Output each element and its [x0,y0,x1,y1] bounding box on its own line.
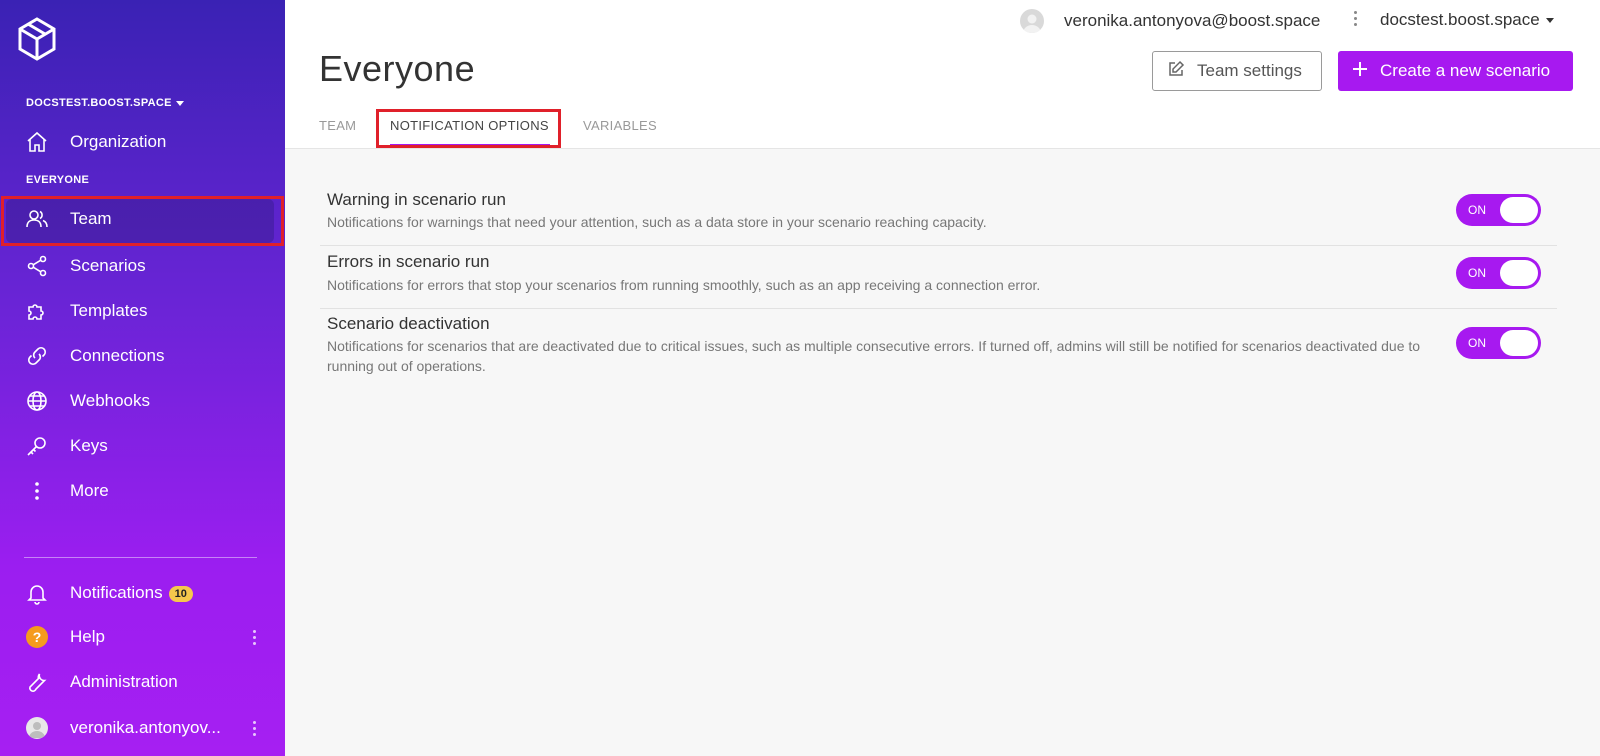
home-icon [25,130,49,154]
create-scenario-label: Create a new scenario [1380,61,1551,80]
toggle-knob [1500,260,1538,286]
bell-icon [25,581,49,605]
toggle-knob [1500,330,1538,356]
sidebar-item-organization[interactable]: Organization [0,120,285,164]
sidebar-item-keys[interactable]: Keys [0,424,285,468]
option-description: Notifications for errors that stop your … [327,277,1041,293]
create-scenario-button[interactable]: Create a new scenario [1338,51,1573,91]
sidebar-item-user[interactable]: veronika.antonyov... [0,706,285,750]
sidebar-divider [24,557,257,558]
option-description: Notifications for scenarios that are dea… [327,338,1421,374]
sidebar-item-label: veronika.antonyov... [70,718,221,737]
toggle-knob [1500,197,1538,223]
tab-variables[interactable]: VARIABLES [583,118,657,133]
toggle-state: ON [1468,266,1486,280]
user-email: veronika.antonyova@boost.space [1064,11,1321,30]
errors-toggle[interactable]: ON [1456,257,1541,289]
section-label: EVERYONE [26,174,90,186]
share-icon [25,254,49,278]
link-icon [25,344,49,368]
warning-toggle[interactable]: ON [1456,194,1541,226]
sidebar-item-label: Connections [70,346,165,365]
option-description: Notifications for warnings that need you… [327,214,987,230]
org-switcher-label: DOCSTEST.BOOST.SPACE [26,97,172,109]
sidebar-item-templates[interactable]: Templates [0,289,285,333]
sidebar-item-label: Keys [70,436,108,455]
sidebar-item-label: Scenarios [70,256,146,275]
notification-options-panel: Warning in scenario run Notifications fo… [285,149,1600,756]
notifications-label-group: Notifications 10 [70,583,193,603]
boost-space-logo-icon[interactable] [16,16,58,62]
sidebar-item-label: Administration [70,672,178,691]
wrench-icon [25,670,49,694]
page-title: Everyone [319,48,476,89]
plus-icon [1352,61,1368,82]
deactivation-toggle[interactable]: ON [1456,327,1541,359]
notification-count-badge: 10 [168,585,193,602]
notification-option-row: Warning in scenario run Notifications fo… [320,185,1557,246]
option-title: Scenario deactivation [327,314,490,333]
highlight-annotation [1,196,284,246]
org-dropdown-label: docstest.boost.space [1380,10,1540,29]
notification-option-row: Scenario deactivation Notifications for … [320,309,1557,389]
sidebar-item-label: Notifications [70,583,163,602]
user-more-icon[interactable] [253,721,257,736]
sidebar-item-label: Webhooks [70,391,151,410]
org-dropdown[interactable]: docstest.boost.space [1380,10,1554,30]
puzzle-icon [25,299,49,323]
sidebar-item-more[interactable]: More [0,469,285,513]
sidebar: DOCSTEST.BOOST.SPACE Organization EVERYO… [0,0,285,756]
sidebar-item-label: More [70,481,109,500]
option-title: Errors in scenario run [327,252,490,271]
avatar [25,716,49,740]
toggle-state: ON [1468,203,1486,217]
team-settings-label: Team settings [1197,61,1302,80]
sidebar-item-label: Templates [70,301,148,320]
chevron-down-icon [1545,17,1554,23]
toggle-state: ON [1468,336,1486,350]
sidebar-item-connections[interactable]: Connections [0,334,285,378]
key-icon [25,434,49,458]
sidebar-item-label: Organization [70,132,167,151]
sidebar-item-webhooks[interactable]: Webhooks [0,379,285,423]
user-menu[interactable]: veronika.antonyova@boost.space [1020,8,1320,34]
sidebar-item-scenarios[interactable]: Scenarios [0,244,285,288]
notification-option-row: Errors in scenario run Notifications for… [320,246,1557,309]
tab-team[interactable]: TEAM [319,118,356,133]
avatar [1020,9,1044,33]
sidebar-item-notifications[interactable]: Notifications 10 [0,571,285,615]
more-vertical-icon[interactable] [1354,11,1357,26]
globe-icon [25,389,49,413]
sidebar-item-administration[interactable]: Administration [0,660,285,704]
option-title: Warning in scenario run [327,190,506,209]
highlight-annotation [376,109,561,148]
help-icon: ? [25,625,49,649]
sidebar-item-label: Help [70,627,105,646]
team-settings-button[interactable]: Team settings [1152,51,1322,91]
edit-icon [1167,60,1185,83]
help-more-icon[interactable] [253,630,257,645]
more-vertical-icon [25,479,49,503]
sidebar-item-help[interactable]: ? Help [0,615,285,659]
chevron-down-icon [175,100,184,106]
org-switcher[interactable]: DOCSTEST.BOOST.SPACE [26,97,184,109]
